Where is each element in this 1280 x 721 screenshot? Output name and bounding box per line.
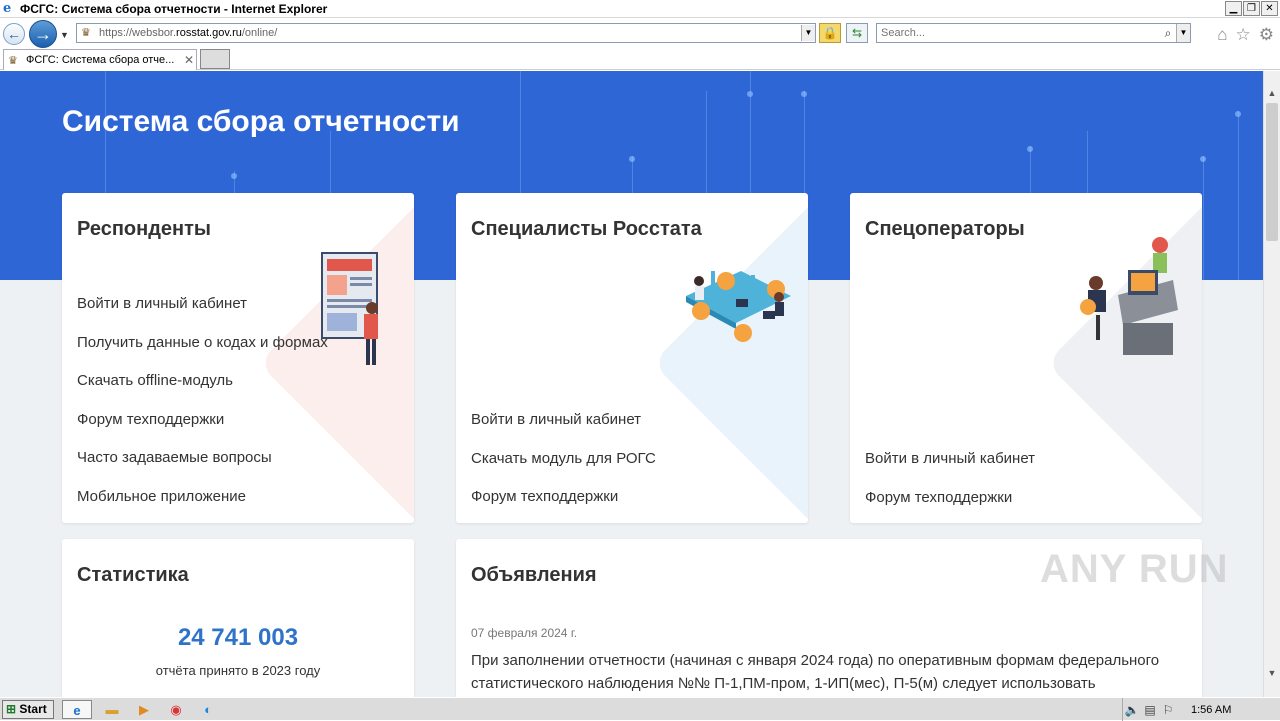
gear-icon[interactable]: ⚙ (1259, 25, 1274, 45)
url-path: /online/ (241, 27, 278, 39)
system-tray: 🔈 ▤ ⚐ 1:56 AM (1122, 698, 1280, 721)
close-tab-icon[interactable]: ✕ (182, 53, 196, 67)
forward-arrow-icon: → (34, 24, 52, 44)
respondents-link-codes[interactable]: Получить данные о кодах и формах (77, 333, 328, 372)
specialists-link-forum[interactable]: Форум техподдержки (471, 487, 656, 523)
search-input[interactable] (877, 27, 1160, 39)
specialists-card: Специалисты Росстата Войти в личный каби… (456, 193, 808, 523)
taskbar-chrome-icon[interactable]: ◉ (164, 700, 188, 719)
specialists-links: Войти в личный кабинет Скачать модуль дл… (471, 410, 656, 523)
operators-card: Спецоператоры Войти в личный кабинет Фор… (850, 193, 1202, 523)
volume-icon[interactable]: 🔈 (1123, 703, 1141, 717)
favorites-star-icon[interactable]: ☆ (1236, 25, 1251, 45)
statistics-card: Статистика 24 741 003 отчёта принято в 2… (62, 539, 414, 697)
new-tab-button[interactable] (200, 49, 230, 69)
network-icon[interactable]: ▤ (1141, 703, 1159, 717)
back-button[interactable]: ← (3, 23, 25, 45)
statistics-title: Статистика (77, 564, 189, 586)
scroll-up-arrow-icon[interactable]: ▲ (1264, 85, 1280, 101)
scrollbar-thumb[interactable] (1266, 103, 1278, 241)
restore-button[interactable]: ❐ (1243, 1, 1260, 16)
clock[interactable]: 1:56 AM (1191, 704, 1231, 716)
anyrun-watermark: ANY RUN (1040, 547, 1229, 591)
operators-link-forum[interactable]: Форум техподдержки (865, 488, 1035, 523)
forward-button[interactable]: → (29, 20, 57, 48)
window-controls: ▁ ❐ ✕ (1225, 1, 1278, 16)
reports-count: 24 741 003 (177, 624, 299, 651)
respondents-links: Войти в личный кабинет Получить данные о… (77, 294, 328, 523)
start-label: Start (19, 701, 47, 716)
reports-caption: отчёта принято в 2023 году (155, 663, 321, 678)
office-illustration-icon (686, 271, 791, 342)
windows-flag-icon: ⊞ (6, 701, 17, 716)
respondents-link-mobile[interactable]: Мобильное приложение (77, 487, 328, 523)
action-center-flag-icon[interactable]: ⚐ (1159, 703, 1177, 717)
specialists-link-login[interactable]: Войти в личный кабинет (471, 410, 656, 449)
operators-link-login[interactable]: Войти в личный кабинет (865, 449, 1035, 488)
minimize-button[interactable]: ▁ (1225, 1, 1242, 16)
window-title-bar: e ФСГС: Система сбора отчетности - Inter… (0, 0, 1280, 18)
announcement-date: 07 февраля 2024 г. (471, 626, 578, 640)
taskbar-edge-icon[interactable]: ◐ (196, 700, 220, 719)
search-box[interactable]: ⌕ ▼ (876, 23, 1191, 43)
tab-strip: ♛ ФСГС: Система сбора отче... ✕ (0, 48, 1280, 70)
start-button[interactable]: ⊞ Start (2, 699, 54, 719)
specialists-link-module[interactable]: Скачать модуль для РОГС (471, 449, 656, 488)
vertical-scrollbar[interactable]: ▲ ▼ (1263, 71, 1280, 697)
taskbar: ⊞ Start e ▬ ▶ ◉ ◐ 🔈 ▤ ⚐ 1:56 AM (0, 697, 1280, 721)
search-icon[interactable]: ⌕ (1160, 26, 1176, 41)
respondents-link-forum[interactable]: Форум техподдержки (77, 410, 328, 449)
home-icon[interactable]: ⌂ (1217, 25, 1227, 45)
url-prefix: https://websbor. (99, 27, 177, 39)
announcement-text[interactable]: При заполнении отчетности (начиная с янв… (471, 649, 1191, 695)
respondents-title: Респонденты (77, 218, 211, 240)
taskbar-ie-icon[interactable]: e (62, 699, 92, 719)
respondents-link-offline[interactable]: Скачать offline-модуль (77, 371, 328, 410)
page-title: Система сбора отчетности (62, 105, 460, 138)
operator-illustration-icon (1080, 237, 1178, 355)
operators-title: Спецоператоры (865, 218, 1025, 240)
address-dropdown-button[interactable]: ▼ (801, 25, 815, 41)
browser-tools: ⌂ ☆ ⚙ (1217, 25, 1274, 45)
tab-title: ФСГС: Система сбора отче... (26, 54, 175, 66)
search-dropdown-button[interactable]: ▼ (1176, 24, 1190, 42)
url-text[interactable]: https://websbor.rosstat.gov.ru/online/ (99, 27, 801, 39)
respondents-card: Респонденты Войти в личный кабинет Получ… (62, 193, 414, 523)
page-viewport: Система сбора отчетности Респонденты Вой… (0, 71, 1263, 697)
recent-pages-dropdown[interactable]: ▼ (60, 30, 69, 40)
respondents-link-login[interactable]: Войти в личный кабинет (77, 294, 328, 333)
respondents-link-faq[interactable]: Часто задаваемые вопросы (77, 448, 328, 487)
address-toolbar: ← → ▼ ♛ https://websbor.rosstat.gov.ru/o… (0, 19, 1280, 48)
ie-logo-icon: e (3, 0, 12, 16)
tab-favicon-icon: ♛ (8, 54, 18, 67)
lock-icon[interactable]: 🔒 (819, 23, 841, 43)
address-bar[interactable]: ♛ https://websbor.rosstat.gov.ru/online/… (76, 23, 816, 43)
taskbar-media-player-icon[interactable]: ▶ (132, 700, 156, 719)
back-arrow-icon: ← (7, 26, 21, 42)
tab-active[interactable]: ♛ ФСГС: Система сбора отче... ✕ (3, 49, 197, 70)
specialists-title: Специалисты Росстата (471, 218, 702, 240)
window-title: ФСГС: Система сбора отчетности - Interne… (20, 1, 328, 16)
close-window-button[interactable]: ✕ (1261, 1, 1278, 16)
taskbar-explorer-icon[interactable]: ▬ (100, 700, 124, 719)
refresh-button[interactable]: ⇆ (846, 23, 868, 43)
scroll-down-arrow-icon[interactable]: ▼ (1264, 665, 1280, 681)
announcements-title: Объявления (471, 564, 597, 586)
url-domain: rosstat.gov.ru (176, 27, 242, 39)
site-favicon-icon: ♛ (81, 27, 91, 39)
operators-links: Войти в личный кабинет Форум техподдержк… (865, 449, 1035, 523)
